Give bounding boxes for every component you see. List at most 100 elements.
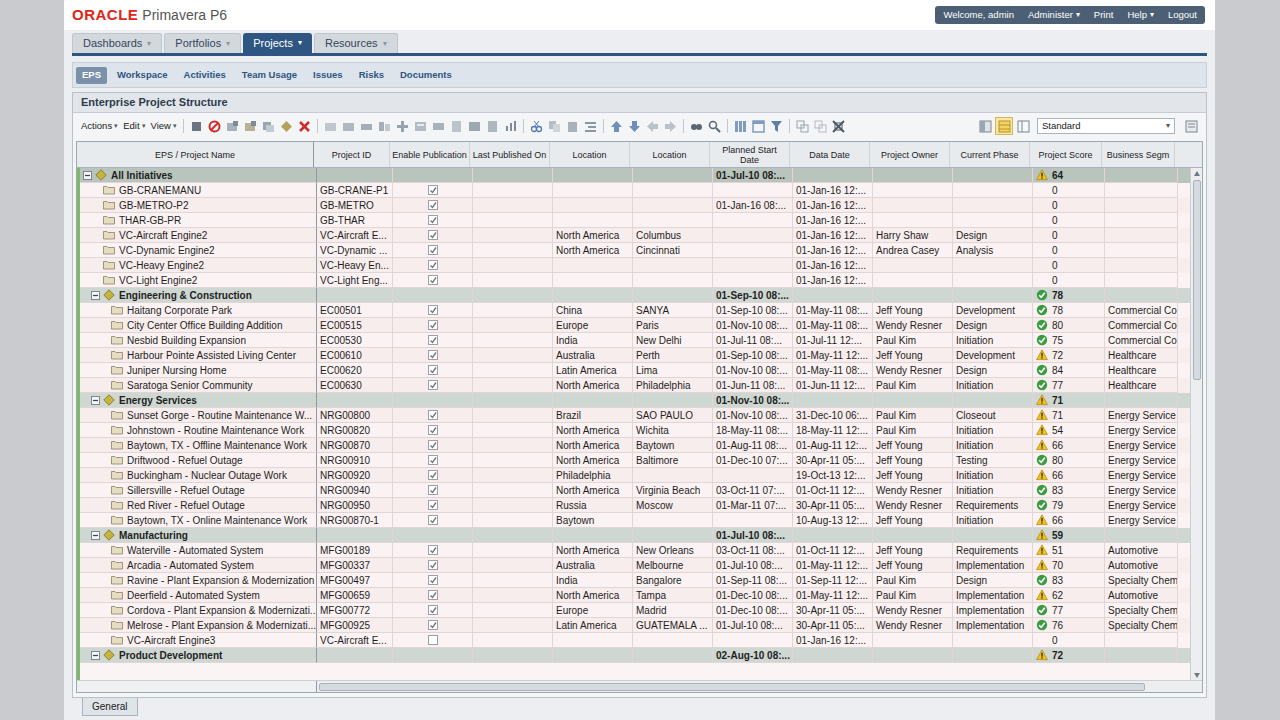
- project-row[interactable]: GB-METRO-P2GB-METRO01-Jan-16 08:...01-Ja…: [80, 198, 1190, 213]
- cancel-icon[interactable]: [206, 118, 223, 135]
- column-header[interactable]: EPS / Project Name: [77, 142, 314, 167]
- bottom-tab[interactable]: General: [82, 698, 138, 716]
- row-name[interactable]: VC-Light Engine2: [119, 273, 197, 288]
- column-header[interactable]: Location: [550, 142, 630, 167]
- row-name[interactable]: Arcadia - Automated System: [127, 558, 254, 573]
- row-name[interactable]: Waterville - Automated System: [127, 543, 263, 558]
- row-name[interactable]: Nesbid Building Expansion: [127, 333, 246, 348]
- enable-publication-checkbox[interactable]: [428, 335, 438, 345]
- project-row[interactable]: Baytown, TX - Offline Maintenance WorkNR…: [80, 438, 1190, 453]
- row-name[interactable]: VC-Dynamic Engine2: [119, 243, 215, 258]
- row-name[interactable]: VC-Heavy Engine2: [119, 258, 204, 273]
- expand-toggle[interactable]: [91, 396, 100, 405]
- project-row[interactable]: VC-Dynamic Engine2VC-Dynamic ...North Am…: [80, 243, 1190, 258]
- enable-publication-checkbox[interactable]: [428, 185, 438, 195]
- project-row[interactable]: Saratoga Senior CommunityEC00630North Am…: [80, 378, 1190, 393]
- paste-icon[interactable]: [564, 118, 581, 135]
- enable-publication-checkbox[interactable]: [428, 350, 438, 360]
- cut-icon[interactable]: [528, 118, 545, 135]
- find-icon[interactable]: [688, 118, 705, 135]
- project-row[interactable]: VC-Heavy Engine2VC-Heavy En...01-Jan-16 …: [80, 258, 1190, 273]
- nav-tab[interactable]: Portfolios▾: [164, 33, 241, 53]
- row-name[interactable]: VC-Aircraft Engine3: [127, 633, 215, 648]
- project-row[interactable]: VC-Aircraft Engine2VC-Aircraft E...North…: [80, 228, 1190, 243]
- row-name[interactable]: Saratoga Senior Community: [127, 378, 253, 393]
- copy-wbs-icon[interactable]: [260, 118, 277, 135]
- project-row[interactable]: Johnstown - Routine Maintenance WorkNRG0…: [80, 423, 1190, 438]
- project-row[interactable]: Buckingham - Nuclear Outage WorkNRG00920…: [80, 468, 1190, 483]
- group-sort-icon[interactable]: [750, 118, 767, 135]
- sub-tab[interactable]: Documents: [394, 67, 458, 84]
- delete-icon[interactable]: [296, 118, 313, 135]
- row-name[interactable]: Ravine - Plant Expansion & Modernization: [127, 573, 314, 588]
- row-name[interactable]: All Initiatives: [111, 168, 173, 183]
- project-row[interactable]: THAR-GB-PRGB-THAR01-Jan-16 12:...0: [80, 213, 1190, 228]
- project-row[interactable]: Red River - Refuel OutageNRG00950RussiaM…: [80, 498, 1190, 513]
- row-name[interactable]: Product Development: [119, 648, 222, 663]
- add-eps-icon[interactable]: [224, 118, 241, 135]
- eps-row[interactable]: Manufacturing01-Jul-10 08:...59: [80, 528, 1190, 543]
- column-header[interactable]: Planned Start Date: [710, 142, 790, 167]
- project-row[interactable]: Baytown, TX - Online Maintenance WorkNRG…: [80, 513, 1190, 528]
- enable-publication-checkbox[interactable]: [428, 365, 438, 375]
- sub-tab[interactable]: Activities: [178, 67, 232, 84]
- enable-publication-checkbox[interactable]: [428, 470, 438, 480]
- enable-publication-checkbox[interactable]: [428, 215, 438, 225]
- toolbar-menu[interactable]: Actions▾: [79, 119, 120, 133]
- enable-publication-checkbox[interactable]: [428, 275, 438, 285]
- enable-publication-checkbox[interactable]: [428, 500, 438, 510]
- table-view-icon[interactable]: [995, 117, 1013, 135]
- expand-toggle[interactable]: [83, 171, 92, 180]
- column-header[interactable]: Data Date: [790, 142, 870, 167]
- layout-dropdown[interactable]: Standard▾: [1037, 118, 1175, 134]
- toolbar-menu[interactable]: View▾: [149, 119, 179, 133]
- enable-publication-checkbox[interactable]: [428, 245, 438, 255]
- find-replace-icon[interactable]: [706, 118, 723, 135]
- column-header[interactable]: Current Phase: [950, 142, 1030, 167]
- summarize-icon[interactable]: [376, 118, 393, 135]
- project-row[interactable]: Driftwood - Refuel OutageNRG00910North A…: [80, 453, 1190, 468]
- column-header[interactable]: Location: [630, 142, 710, 167]
- user-menu-item[interactable]: Print: [1094, 8, 1114, 22]
- column-header[interactable]: Enable Publication: [390, 142, 470, 167]
- link-icon[interactable]: [394, 118, 411, 135]
- open-icon[interactable]: [322, 118, 339, 135]
- expand-toggle[interactable]: [91, 291, 100, 300]
- enable-publication-checkbox[interactable]: [428, 380, 438, 390]
- project-row[interactable]: VC-Aircraft Engine3VC-Aircraft E...01-Ja…: [80, 633, 1190, 648]
- eps-row[interactable]: All Initiatives01-Jul-10 08:...64: [80, 168, 1190, 183]
- enable-publication-checkbox[interactable]: [428, 455, 438, 465]
- expand-toggle[interactable]: [91, 531, 100, 540]
- filter-icon[interactable]: [768, 118, 785, 135]
- level-icon[interactable]: [430, 118, 447, 135]
- enable-publication-checkbox[interactable]: [428, 605, 438, 615]
- move-up-icon[interactable]: [608, 118, 625, 135]
- project-row[interactable]: Deerfield - Automated SystemMFG00659Nort…: [80, 588, 1190, 603]
- row-name[interactable]: Sunset Gorge - Routine Maintenance W...: [127, 408, 312, 423]
- add-project-icon[interactable]: [242, 118, 259, 135]
- column-header[interactable]: Project Score: [1030, 142, 1102, 167]
- row-name[interactable]: Cordova - Plant Expansion & Modernizati.…: [127, 603, 317, 618]
- enable-publication-checkbox[interactable]: [428, 575, 438, 585]
- eps-row[interactable]: Energy Services01-Nov-10 08:...71: [80, 393, 1190, 408]
- layout-menu-icon[interactable]: [1182, 118, 1200, 134]
- column-header[interactable]: Project ID: [314, 142, 390, 167]
- row-name[interactable]: Engineering & Construction: [119, 288, 252, 303]
- user-menu-item[interactable]: Help▾: [1127, 8, 1154, 22]
- enable-publication-checkbox[interactable]: [428, 560, 438, 570]
- nav-tab[interactable]: Projects▾: [243, 33, 312, 53]
- sub-tab[interactable]: Risks: [353, 67, 390, 84]
- user-menu-item[interactable]: Logout: [1168, 8, 1197, 22]
- project-row[interactable]: City Center Office Building AdditionEC00…: [80, 318, 1190, 333]
- vertical-scrollbar[interactable]: [1190, 168, 1202, 680]
- columns-icon[interactable]: [732, 118, 749, 135]
- chart-icon[interactable]: [502, 118, 519, 135]
- row-name[interactable]: Red River - Refuel Outage: [127, 498, 245, 513]
- row-name[interactable]: Energy Services: [119, 393, 197, 408]
- store-icon[interactable]: [466, 118, 483, 135]
- enable-publication-checkbox[interactable]: [428, 635, 438, 645]
- enable-publication-checkbox[interactable]: [428, 590, 438, 600]
- enable-publication-checkbox[interactable]: [428, 515, 438, 525]
- enable-publication-checkbox[interactable]: [428, 425, 438, 435]
- row-name[interactable]: Driftwood - Refuel Outage: [127, 453, 243, 468]
